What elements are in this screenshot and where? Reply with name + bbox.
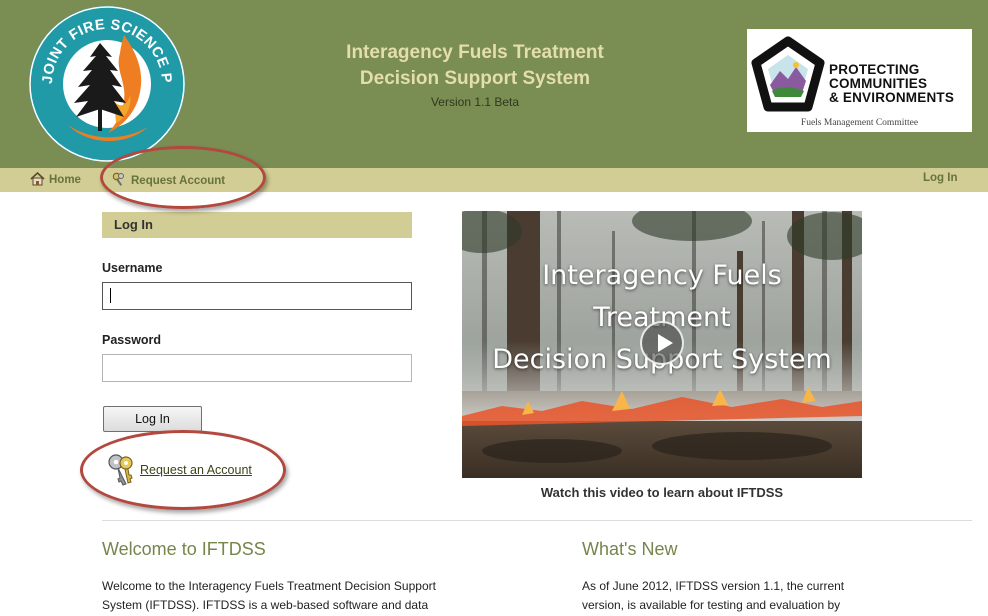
pentagon-logo-icon (751, 36, 825, 112)
username-input[interactable] (102, 282, 412, 310)
nav-home-link[interactable]: Home (30, 171, 81, 186)
annotation-circle-request (80, 430, 286, 510)
app-title: Interagency Fuels Treatment Decision Sup… (300, 40, 650, 109)
whats-new-text: As of June 2012, IFTDSS version 1.1, the… (582, 579, 845, 612)
login-panel-header: Log In (102, 212, 412, 238)
nav-login-link[interactable]: Log In (923, 172, 958, 184)
welcome-heading: Welcome to IFTDSS (102, 539, 266, 559)
section-divider (102, 520, 972, 521)
partner-logo: PROTECTING COMMUNITIES & ENVIRONMENTS Fu… (747, 29, 972, 132)
intro-video[interactable]: Interagency Fuels Treatment Decision Sup… (462, 211, 862, 478)
video-caption: Watch this video to learn about IFTDSS (540, 485, 784, 500)
jfsp-logo: JOINT FIRE SCIENCE PROGRAM (28, 5, 185, 162)
password-input[interactable] (102, 354, 412, 382)
annotation-circle-nav (100, 146, 266, 209)
nav-home-label: Home (49, 174, 81, 186)
play-icon[interactable] (640, 321, 684, 365)
partner-logo-subtitle: Fuels Management Committee (800, 118, 919, 128)
whats-new-heading: What's New (582, 539, 678, 559)
welcome-text: Welcome to the Interagency Fuels Treatme… (102, 579, 436, 612)
app-version: Version 1.1 Beta (430, 95, 520, 109)
partner-logo-line-1: PROTECTING (829, 62, 920, 77)
partner-logo-line-2: COMMUNITIES (829, 76, 928, 91)
page: JOINT FIRE SCIENCE PROGRAM Interagency F… (0, 0, 988, 616)
video-overlay-line-1: Interagency Fuels (542, 260, 782, 291)
site-header: JOINT FIRE SCIENCE PROGRAM Interagency F… (0, 0, 988, 168)
home-icon (30, 171, 45, 186)
login-button[interactable]: Log In (103, 406, 202, 432)
app-title-line-2: Decision Support System (359, 68, 591, 89)
username-label: Username (102, 261, 163, 275)
partner-logo-line-3: & ENVIRONMENTS (829, 90, 955, 105)
partner-logo-text: PROTECTING COMMUNITIES & ENVIRONMENTS (829, 63, 954, 105)
password-label: Password (102, 333, 162, 347)
login-panel-title: Log In (114, 217, 153, 232)
app-title-line-1: Interagency Fuels Treatment (346, 42, 604, 63)
